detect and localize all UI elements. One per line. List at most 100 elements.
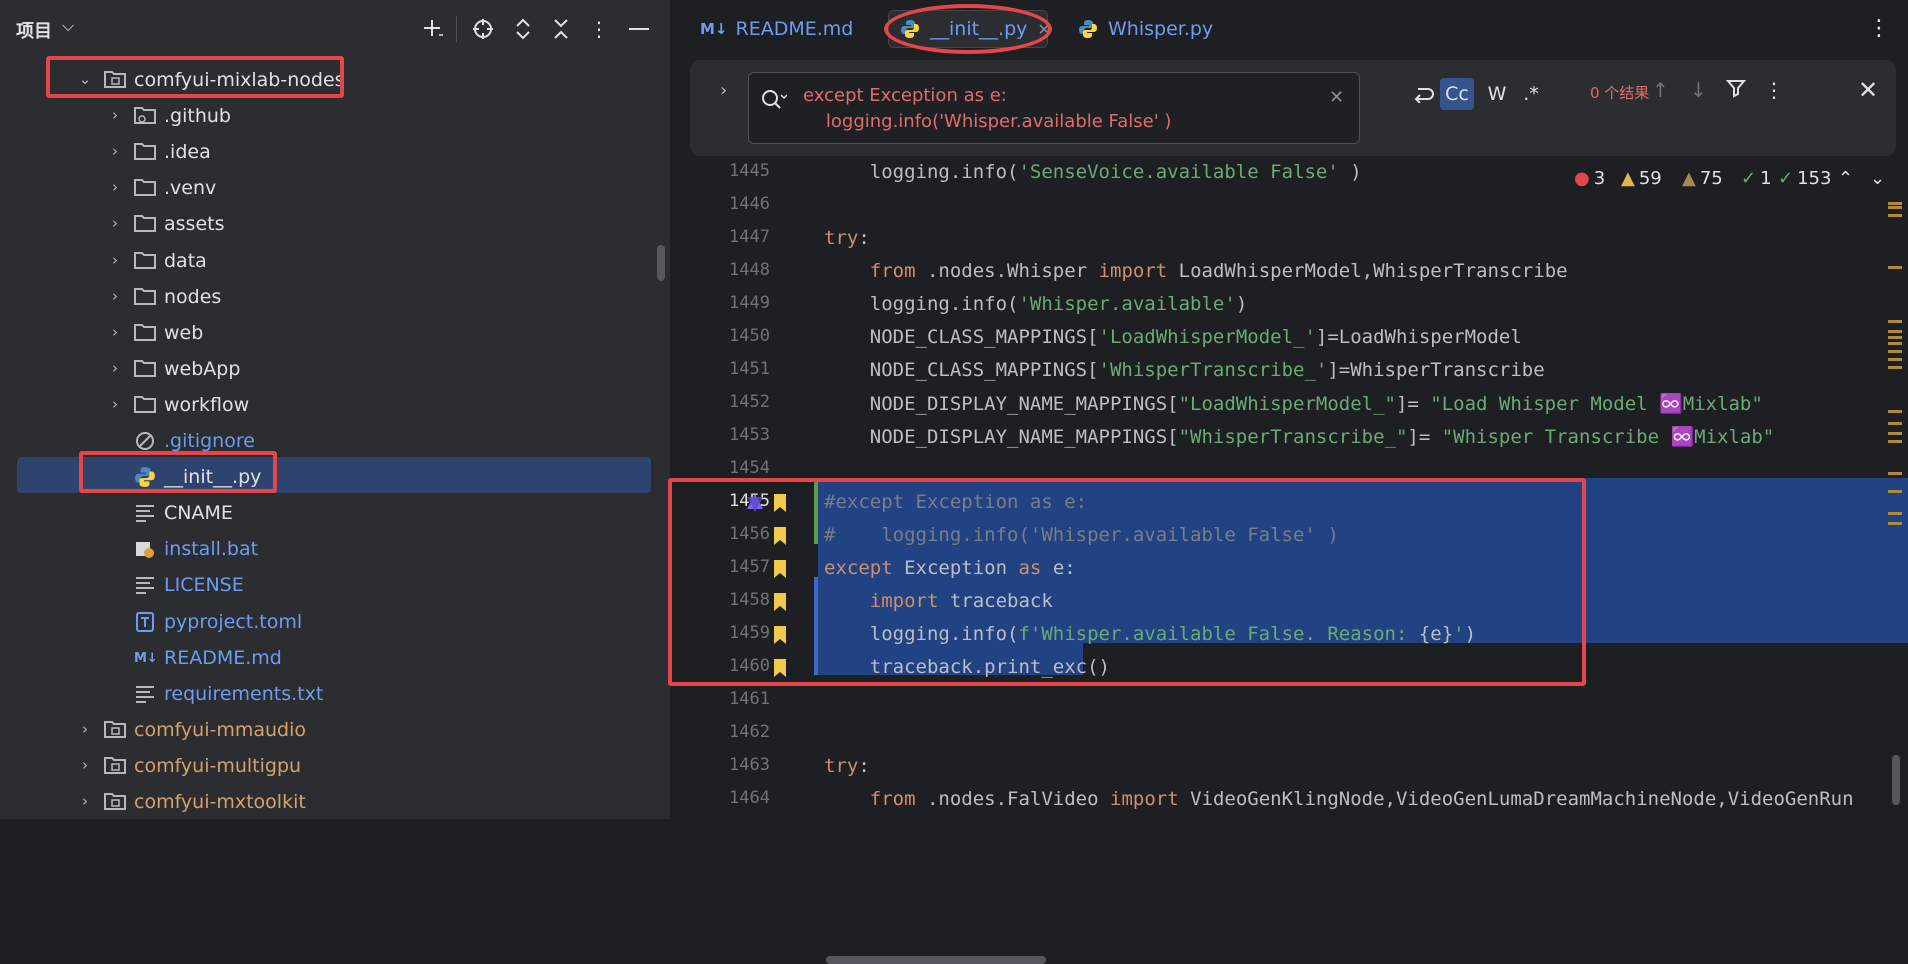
stripe-mark[interactable]	[1888, 512, 1902, 515]
more-options-icon[interactable]: ⋮	[584, 14, 614, 44]
more-options-icon[interactable]: ⋮	[1764, 78, 1784, 102]
code-line[interactable]: 1459 logging.info(f'Whisper.available Fa…	[678, 618, 1908, 651]
stripe-mark[interactable]	[1888, 366, 1902, 369]
tab-init-py[interactable]: __init__.py ✕	[900, 10, 1051, 48]
stripe-mark[interactable]	[1888, 266, 1902, 269]
code-line[interactable]: 1464 from .nodes.FalVideo import VideoGe…	[678, 783, 1908, 816]
stripe-mark[interactable]	[1888, 214, 1902, 217]
tree-item[interactable]: › .idea	[0, 133, 670, 169]
tree-item[interactable]: requirements.txt	[0, 675, 670, 711]
tree-item[interactable]: › nodes	[0, 278, 670, 314]
collapse-all-icon[interactable]	[546, 14, 576, 44]
chevron-right-icon[interactable]: ›	[76, 711, 94, 747]
code-line[interactable]: 1450 NODE_CLASS_MAPPINGS['LoadWhisperMod…	[678, 321, 1908, 354]
code-line[interactable]: 1452 NODE_DISPLAY_NAME_MAPPINGS["LoadWhi…	[678, 387, 1908, 420]
previous-occurrence-icon[interactable]: ↑	[1652, 78, 1669, 102]
tree-item[interactable]: › data	[0, 242, 670, 278]
code-line[interactable]: 1451 NODE_CLASS_MAPPINGS['WhisperTranscr…	[678, 354, 1908, 387]
tab-whisper-py[interactable]: Whisper.py	[1078, 10, 1213, 48]
chevron-right-icon[interactable]: ›	[106, 278, 124, 314]
stripe-mark[interactable]	[1888, 472, 1902, 475]
vertical-scrollbar[interactable]	[1892, 755, 1900, 805]
locate-icon[interactable]	[468, 14, 498, 44]
code-line[interactable]: 1445 logging.info('SenseVoice.available …	[678, 156, 1908, 189]
tree-item[interactable]: › comfyui-multigpu	[0, 747, 670, 783]
tree-item[interactable]: › comfyui-mmaudio	[0, 711, 670, 747]
next-occurrence-icon[interactable]: ↓	[1690, 78, 1707, 102]
stripe-mark[interactable]	[1888, 336, 1902, 339]
bookmark-icon[interactable]	[772, 559, 788, 579]
bookmark-icon[interactable]	[772, 526, 788, 546]
search-icon[interactable]	[761, 89, 788, 113]
expand-all-icon[interactable]	[508, 14, 538, 44]
search-input[interactable]: except Exception as e: logging.info('Whi…	[748, 72, 1360, 144]
stripe-mark[interactable]	[1888, 350, 1902, 353]
error-stripe[interactable]	[1888, 200, 1904, 810]
code-line[interactable]: 1463 try:	[678, 750, 1908, 783]
tree-item[interactable]: .gitignore	[0, 422, 670, 458]
code-line[interactable]: 1460 traceback.print_exc()	[678, 651, 1908, 684]
stripe-mark[interactable]	[1888, 206, 1902, 209]
tree-item[interactable]: M↓ README.md	[0, 639, 670, 675]
bookmark-icon[interactable]	[772, 493, 788, 513]
more-tabs-icon[interactable]: ⋮	[1868, 16, 1890, 41]
chevron-right-icon[interactable]: ›	[76, 783, 94, 819]
code-line[interactable]: 1461	[678, 684, 1908, 717]
chevron-right-icon[interactable]: ›	[720, 80, 727, 101]
chevron-right-icon[interactable]: ›	[106, 350, 124, 386]
tree-item[interactable]: › webApp	[0, 350, 670, 386]
code-line[interactable]: 1457 except Exception as e:	[678, 552, 1908, 585]
code-line[interactable]: 1454	[678, 453, 1908, 486]
code-line[interactable]: 1453 NODE_DISPLAY_NAME_MAPPINGS["Whisper…	[678, 420, 1908, 453]
horizontal-scrollbar[interactable]	[826, 956, 1046, 964]
bookmark-icon[interactable]	[772, 625, 788, 645]
tree-item[interactable]: › comfyui-mxtoolkit	[0, 783, 670, 819]
chevron-right-icon[interactable]: ›	[106, 242, 124, 278]
code-line[interactable]: 1462	[678, 717, 1908, 750]
tree-item[interactable]: install.bat	[0, 530, 670, 566]
stripe-mark[interactable]	[1888, 522, 1902, 525]
chevron-right-icon[interactable]: ›	[106, 386, 124, 422]
stripe-mark[interactable]	[1888, 320, 1902, 323]
chevron-right-icon[interactable]: ›	[106, 133, 124, 169]
code-line[interactable]: 1449 logging.info('Whisper.available')	[678, 288, 1908, 321]
tree-item[interactable]: › .venv	[0, 169, 670, 205]
clear-icon[interactable]: ✕	[1329, 87, 1344, 108]
tree-item[interactable]: › assets	[0, 205, 670, 241]
tree-item[interactable]: LICENSE	[0, 566, 670, 602]
chevron-right-icon[interactable]: ›	[106, 314, 124, 350]
chevron-right-icon[interactable]: ›	[106, 205, 124, 241]
code-area[interactable]: ● 3 ▲ 59 ▲ 75 ✓ 1 ✓ 153 ⌃ ⌄ 1445 logging.info…	[668, 156, 1908, 964]
stripe-mark[interactable]	[1888, 410, 1902, 413]
hide-panel-icon[interactable]	[624, 14, 654, 44]
tree-item[interactable]: pyproject.toml	[0, 603, 670, 639]
chevron-down-icon[interactable]: ⌄	[76, 61, 94, 97]
code-line[interactable]: 1446	[678, 189, 1908, 222]
stripe-mark[interactable]	[1888, 490, 1902, 493]
bookmark-icon[interactable]	[772, 592, 788, 612]
stripe-mark[interactable]	[1888, 342, 1902, 345]
match-case-toggle[interactable]: Cc	[1440, 78, 1474, 110]
tree-item[interactable]: CNAME	[0, 494, 670, 530]
tree-item[interactable]: ⌄ comfyui-mixlab-nodes	[0, 61, 670, 97]
code-line[interactable]: 1458 import traceback	[678, 585, 1908, 618]
chevron-right-icon[interactable]: ›	[106, 169, 124, 205]
add-icon[interactable]	[418, 14, 448, 44]
tree-item[interactable]: › web	[0, 314, 670, 350]
close-icon[interactable]: ✕	[1037, 20, 1050, 39]
stripe-mark[interactable]	[1888, 202, 1902, 205]
close-icon[interactable]: ✕	[1858, 76, 1878, 104]
code-line[interactable]: 1455#except Exception as e:	[678, 486, 1908, 519]
whole-word-toggle[interactable]: W	[1482, 78, 1512, 110]
regex-toggle[interactable]: .*	[1516, 78, 1546, 110]
ai-assistant-icon[interactable]	[744, 492, 766, 514]
tab-readme[interactable]: M↓ README.md	[700, 10, 853, 48]
replace-history-icon[interactable]	[1408, 78, 1438, 110]
project-scrollbar[interactable]	[657, 245, 665, 281]
tree-item[interactable]: › workflow	[0, 386, 670, 422]
project-title[interactable]: 项目	[16, 17, 52, 43]
code-line[interactable]: 1456 # logging.info('Whisper.available Fa…	[678, 519, 1908, 552]
stripe-mark[interactable]	[1888, 330, 1902, 333]
chevron-right-icon[interactable]: ›	[106, 97, 124, 133]
filter-icon[interactable]	[1725, 78, 1747, 103]
